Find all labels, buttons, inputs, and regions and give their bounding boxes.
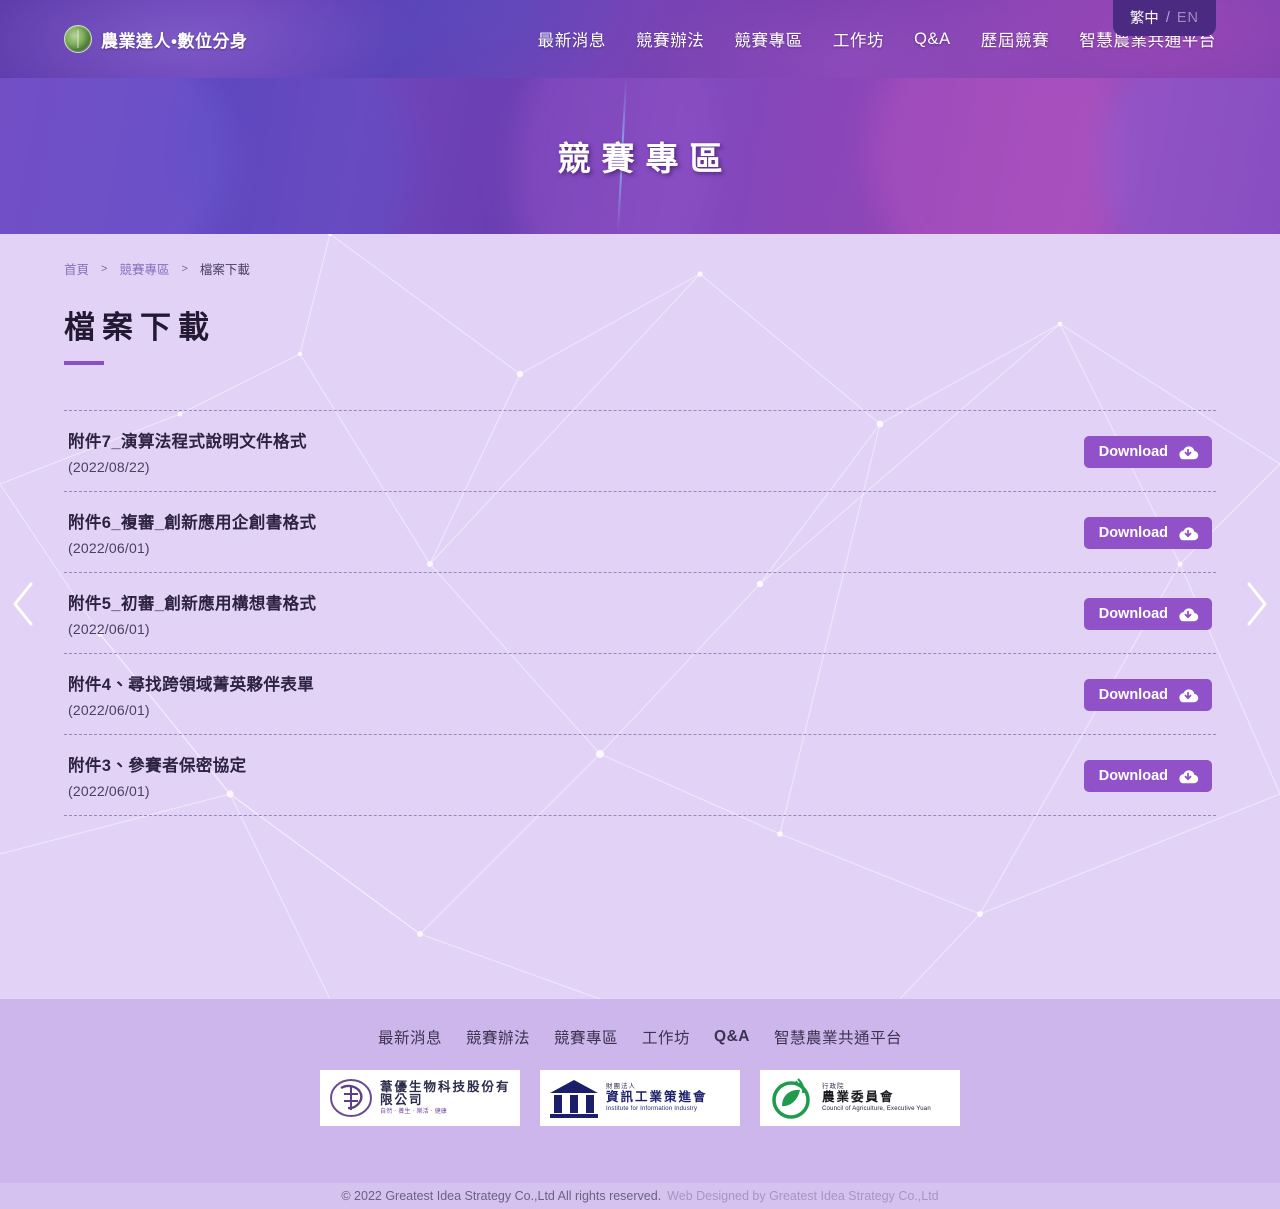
carousel-prev-button[interactable]	[10, 581, 36, 627]
partner-logo-iii[interactable]: 財團法人 資訊工業策進會 Institute for Information I…	[540, 1070, 740, 1126]
download-button[interactable]: Download	[1083, 516, 1212, 549]
footer-navigation: 最新消息 競賽辦法 競賽專區 工作坊 Q&A 智慧農業共通平台	[0, 999, 1280, 1048]
table-row: 附件6_複審_創新應用企創書格式 (2022/06/01) Download	[64, 492, 1216, 573]
download-button-label: Download	[1098, 524, 1168, 541]
site-logo-link[interactable]: 農業達人•數位分身	[64, 25, 247, 53]
copyright-secondary: Web Designed by Greatest Idea Strategy C…	[667, 1189, 939, 1203]
cloud-download-icon	[1179, 445, 1199, 459]
nav-item-workshop[interactable]: 工作坊	[833, 27, 884, 51]
download-button-label: Download	[1098, 605, 1168, 622]
partner-logo-main: 葦優生物科技股份有限公司	[380, 1079, 511, 1107]
hero-title: 競賽專區	[557, 140, 734, 177]
file-download-list: 附件7_演算法程式說明文件格式 (2022/08/22) Download 附件…	[64, 410, 1216, 816]
file-info: 附件4、尋找跨領域菁英夥伴表單 (2022/06/01)	[68, 671, 314, 718]
breadcrumb-separator-1: >	[101, 262, 108, 275]
partner-logo-row: 葦優生物科技股份有限公司 自然 ‧ 養生 ‧ 樂活 ‧ 健康 財團法人 資訊工業…	[0, 1070, 1280, 1126]
language-option-en[interactable]: EN	[1177, 10, 1199, 26]
agriculture-emblem-icon	[64, 25, 92, 53]
table-row: 附件5_初審_創新應用構想書格式 (2022/06/01) Download	[64, 573, 1216, 654]
breadcrumb-separator-2: >	[181, 262, 188, 275]
cloud-download-icon	[1179, 688, 1199, 702]
file-info: 附件7_演算法程式說明文件格式 (2022/08/22)	[68, 428, 307, 475]
nav-item-contest[interactable]: 競賽專區	[734, 27, 802, 51]
download-button[interactable]: Download	[1083, 759, 1212, 792]
main-content: 首頁 > 競賽專區 > 檔案下載 檔案下載 附件7_演算法程式說明文件格式 (2…	[0, 234, 1280, 999]
file-date: (2022/06/01)	[68, 783, 150, 799]
site-logo-text: 農業達人•數位分身	[101, 31, 248, 51]
partner-logo-sub: 自然 ‧ 養生 ‧ 樂活 ‧ 健康	[380, 1108, 448, 1115]
partner-logo-main: 資訊工業策進會	[606, 1089, 708, 1104]
breadcrumb-home[interactable]: 首頁	[64, 259, 89, 278]
iii-temple-icon	[550, 1080, 598, 1118]
breadcrumb-current: 檔案下載	[199, 263, 250, 277]
carousel-next-button[interactable]	[1244, 581, 1270, 627]
cloud-download-icon	[1179, 769, 1199, 783]
site-footer: 最新消息 競賽辦法 競賽專區 工作坊 Q&A 智慧農業共通平台 葦優生物科技股份…	[0, 999, 1280, 1183]
download-button[interactable]: Download	[1083, 435, 1212, 468]
language-switcher[interactable]: 繁中 / EN	[1112, 0, 1216, 36]
cloud-download-icon	[1179, 526, 1199, 540]
file-info: 附件5_初審_創新應用構想書格式 (2022/06/01)	[68, 590, 316, 637]
coa-leaf-icon	[772, 1078, 810, 1119]
file-name: 附件7_演算法程式說明文件格式	[68, 433, 307, 451]
file-name: 附件5_初審_創新應用構想書格式	[68, 595, 317, 613]
file-info: 附件6_複審_創新應用企創書格式 (2022/06/01)	[68, 509, 316, 556]
download-button-label: Download	[1098, 767, 1168, 784]
language-separator: /	[1165, 9, 1170, 26]
file-date: (2022/08/22)	[68, 459, 150, 475]
footer-nav-platform[interactable]: 智慧農業共通平台	[774, 1026, 902, 1048]
copyright-bar: © 2022 Greatest Idea Strategy Co.,Ltd Al…	[0, 1183, 1280, 1209]
partner-logo-coa[interactable]: 行政院 農業委員會 Council of Agriculture, Execut…	[760, 1070, 960, 1126]
page-title: 檔案下載	[64, 310, 216, 345]
file-info: 附件3、參賽者保密協定 (2022/06/01)	[68, 752, 247, 799]
nav-item-rules[interactable]: 競賽辦法	[636, 27, 704, 51]
file-date: (2022/06/01)	[68, 540, 150, 556]
download-button[interactable]: Download	[1083, 678, 1212, 711]
nav-item-news[interactable]: 最新消息	[538, 27, 606, 51]
table-row: 附件3、參賽者保密協定 (2022/06/01) Download	[64, 735, 1216, 816]
breadcrumb: 首頁 > 競賽專區 > 檔案下載	[64, 234, 1216, 278]
wei-you-seal-icon	[330, 1079, 372, 1117]
breadcrumb-section[interactable]: 競賽專區	[119, 259, 169, 278]
chevron-left-icon	[13, 582, 33, 626]
footer-nav-contest[interactable]: 競賽專區	[554, 1026, 618, 1048]
file-name: 附件6_複審_創新應用企創書格式	[68, 514, 317, 532]
table-row: 附件4、尋找跨領域菁英夥伴表單 (2022/06/01) Download	[64, 654, 1216, 735]
hero-banner: 競賽專區	[0, 78, 1280, 234]
chevron-right-icon	[1247, 582, 1267, 626]
footer-nav-rules[interactable]: 競賽辦法	[466, 1026, 530, 1048]
title-underline	[64, 361, 104, 365]
file-date: (2022/06/01)	[68, 702, 150, 718]
nav-item-qa[interactable]: Q&A	[914, 30, 951, 49]
partner-logo-weiyou[interactable]: 葦優生物科技股份有限公司 自然 ‧ 養生 ‧ 樂活 ‧ 健康	[320, 1070, 520, 1126]
download-button-label: Download	[1098, 443, 1168, 460]
file-name: 附件3、參賽者保密協定	[68, 757, 247, 775]
download-button-label: Download	[1098, 686, 1168, 703]
table-row: 附件7_演算法程式說明文件格式 (2022/08/22) Download	[64, 410, 1216, 492]
file-date: (2022/06/01)	[68, 621, 150, 637]
footer-nav-workshop[interactable]: 工作坊	[642, 1026, 690, 1048]
site-header: 農業達人•數位分身 最新消息 競賽辦法 競賽專區 工作坊 Q&A 歷屆競賽 智慧…	[0, 0, 1280, 78]
file-name: 附件4、尋找跨領域菁英夥伴表單	[68, 676, 315, 694]
cloud-download-icon	[1179, 607, 1199, 621]
partner-logo-sub: Institute for Information Industry	[606, 1105, 698, 1112]
partner-logo-sub: Council of Agriculture, Executive Yuan	[822, 1105, 931, 1112]
copyright-primary: © 2022 Greatest Idea Strategy Co.,Ltd Al…	[341, 1189, 662, 1203]
language-option-zh[interactable]: 繁中	[1130, 7, 1159, 28]
footer-nav-news[interactable]: 最新消息	[378, 1026, 442, 1048]
footer-nav-qa[interactable]: Q&A	[714, 1028, 750, 1046]
partner-logo-main: 農業委員會	[822, 1089, 895, 1104]
nav-item-past[interactable]: 歷屆競賽	[981, 27, 1049, 51]
download-button[interactable]: Download	[1083, 597, 1212, 630]
